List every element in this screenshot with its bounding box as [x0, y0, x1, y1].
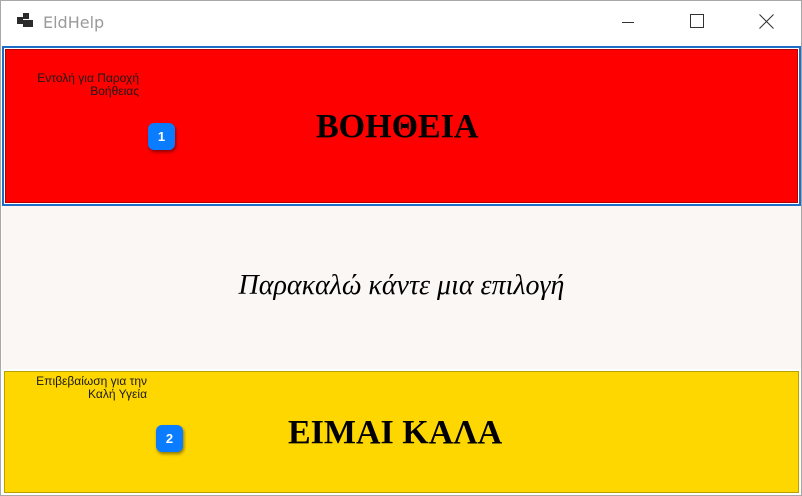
minimize-icon — [622, 15, 634, 33]
app-icon — [16, 12, 34, 28]
window-title: EldHelp — [43, 13, 105, 32]
ok-shortcut-hint: Επιβεβαίωση για την Καλή Υγεία — [19, 375, 147, 401]
close-icon — [758, 13, 774, 34]
maximize-button[interactable] — [674, 1, 720, 46]
ok-hint-line2: Καλή Υγεία — [88, 387, 147, 401]
close-button[interactable] — [743, 1, 789, 46]
ok-button-label: ΕΙΜΑΙ ΚΑΛΑ — [288, 414, 503, 451]
app-window: EldHelp ΒΟΗΘΕΙΑ Παρακαλώ κάντε μια επιλο… — [0, 0, 802, 496]
help-button[interactable]: ΒΟΗΘΕΙΑ — [2, 46, 801, 206]
help-shortcut-badge: 1 — [148, 123, 175, 150]
prompt-area: Παρακαλώ κάντε μια επιλογή — [2, 206, 801, 369]
help-hint-line2: Βοήθειας — [90, 84, 139, 98]
title-bar[interactable]: EldHelp — [1, 1, 801, 46]
maximize-icon — [690, 14, 704, 33]
ok-shortcut-badge: 2 — [156, 425, 183, 452]
prompt-text: Παρακαλώ κάντε μια επιλογή — [238, 270, 565, 301]
minimize-button[interactable] — [605, 1, 651, 46]
help-shortcut-hint: Εντολή για Παροχή Βοήθειας — [21, 72, 139, 98]
help-button-label: ΒΟΗΘΕΙΑ — [316, 108, 479, 145]
